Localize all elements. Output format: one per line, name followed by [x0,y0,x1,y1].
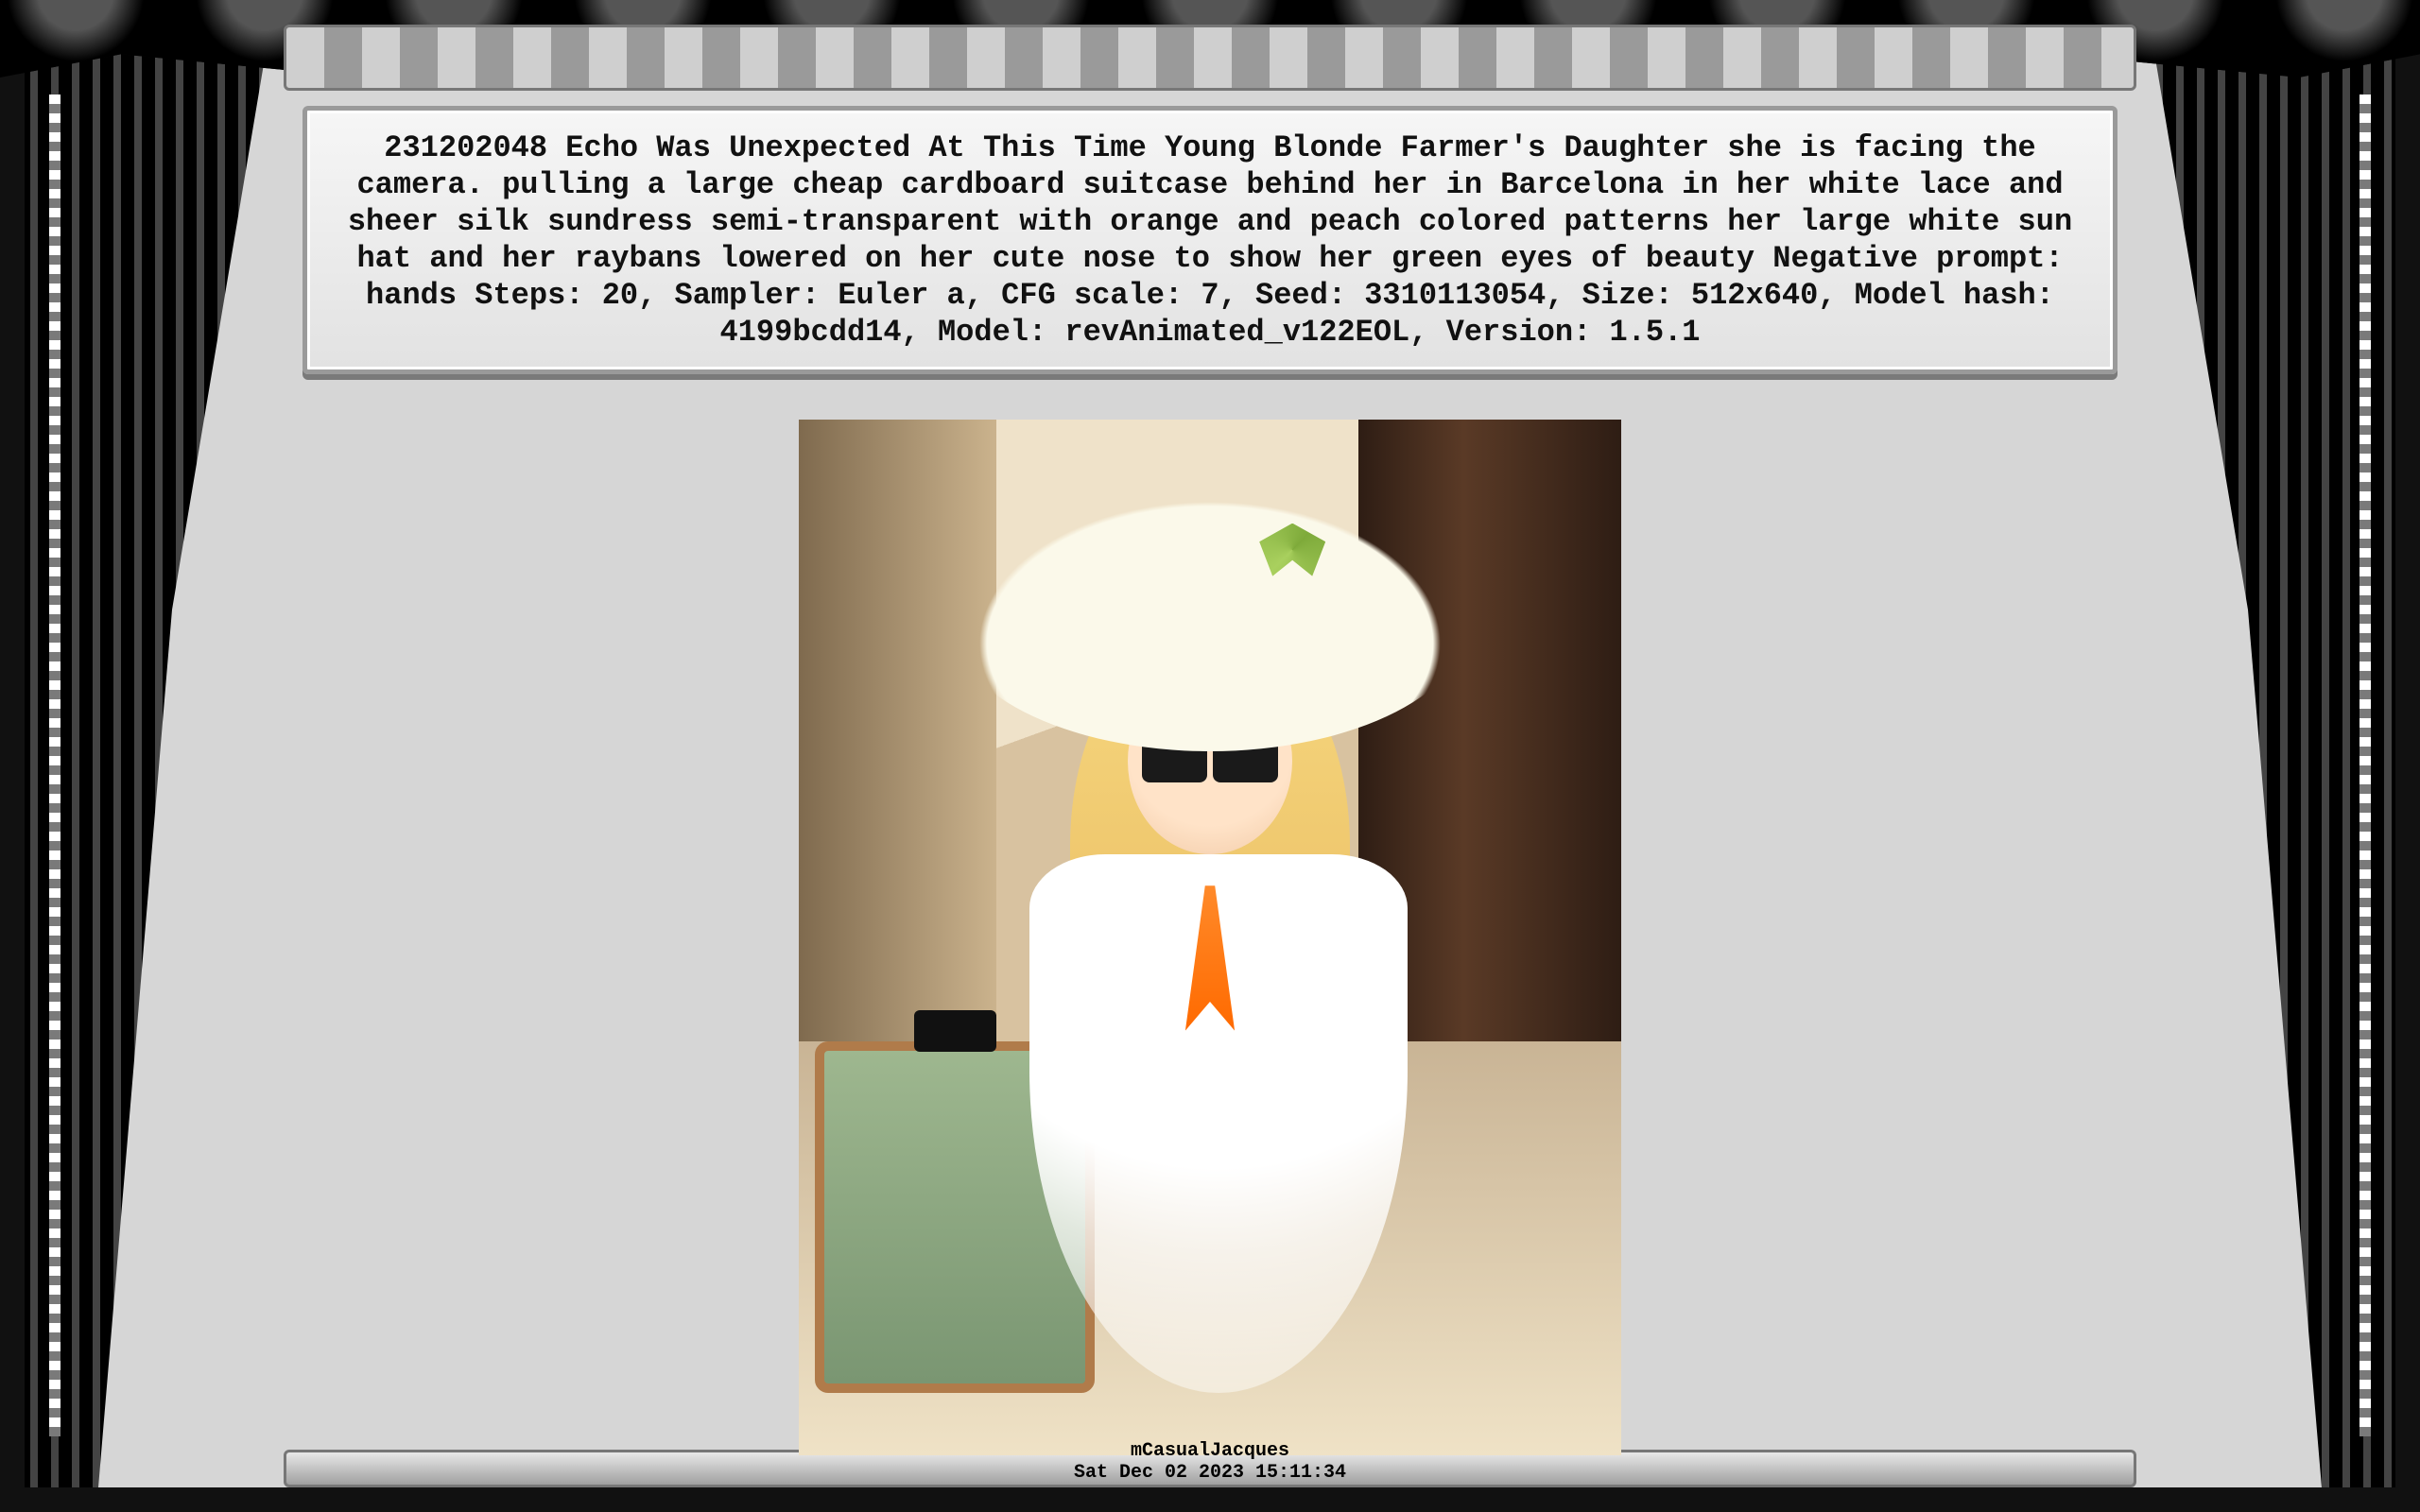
generated-image [799,420,1621,1455]
artwork-stage [799,420,1621,1455]
sunhat-icon [947,482,1474,751]
caption-timestamp: Sat Dec 02 2023 15:11:34 [0,1462,2420,1484]
caption-author: mCasualJacques [0,1440,2420,1462]
prompt-panel: 231202048 Echo Was Unexpected At This Ti… [302,106,2118,374]
bead-strip-right [2360,94,2371,1436]
prompt-text: 231202048 Echo Was Unexpected At This Ti… [345,129,2075,351]
bead-strip-left [49,94,60,1436]
caption-block: mCasualJacques Sat Dec 02 2023 15:11:34 [0,1440,2420,1484]
ornament-bar-top [284,25,2136,91]
theater-frame: 231202048 Echo Was Unexpected At This Ti… [0,0,2420,1512]
